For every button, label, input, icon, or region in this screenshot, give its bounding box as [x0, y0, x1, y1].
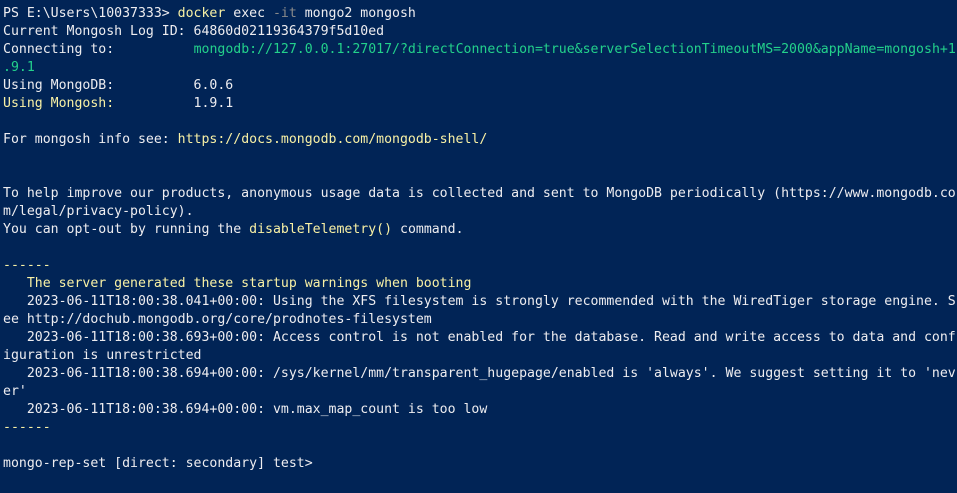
text-segment: 2023-06-11T18:00:38.694+00:00: vm.max_ma…	[3, 402, 488, 417]
text-segment: 1.9.1	[114, 96, 234, 111]
text-segment: PS E:\Users\10037333>	[3, 6, 178, 21]
output-line: er'	[3, 383, 957, 401]
text-segment: 2023-06-11T18:00:38.041+00:00: Using the…	[3, 294, 956, 309]
text-segment: The server generated these startup warni…	[3, 276, 472, 291]
output-line: 2023-06-11T18:00:38.694+00:00: /sys/kern…	[3, 365, 957, 383]
output-line: You can opt-out by running the disableTe…	[3, 221, 957, 239]
text-segment: Current Mongosh Log ID: 64860d0211936437…	[3, 24, 385, 39]
text-segment: .9.1	[3, 60, 35, 75]
text-segment: mongodb://127.0.0.1:27017/?directConnect…	[193, 42, 956, 57]
output-line: To help improve our products, anonymous …	[3, 185, 957, 203]
output-line: For mongosh info see: https://docs.mongo…	[3, 131, 957, 149]
text-segment: Connecting to:	[3, 42, 194, 57]
output-line: iguration is unrestricted	[3, 347, 957, 365]
output-line: PS E:\Users\10037333> docker exec -it mo…	[3, 5, 957, 23]
text-segment: ------	[3, 420, 51, 435]
prompt-line[interactable]: mongo-rep-set [direct: secondary] test>	[3, 455, 957, 473]
text-segment: Using Mongosh:	[3, 96, 115, 111]
output-line: The server generated these startup warni…	[3, 275, 957, 293]
text-segment: m/legal/privacy-policy).	[3, 204, 194, 219]
output-line: 2023-06-11T18:00:38.693+00:00: Access co…	[3, 329, 957, 347]
text-segment: exec	[225, 6, 273, 21]
text-segment: er'	[3, 384, 27, 399]
text-segment: To help improve our products, anonymous …	[3, 186, 956, 201]
output-line: 2023-06-11T18:00:38.041+00:00: Using the…	[3, 293, 957, 311]
text-segment: -it	[272, 6, 297, 21]
output-line: .9.1	[3, 59, 957, 77]
text-segment: You can opt-out by running the	[3, 222, 250, 237]
output-line: ------	[3, 257, 957, 275]
text-segment: disableTelemetry()	[249, 222, 393, 237]
output-line: ee http://dochub.mongodb.org/core/prodno…	[3, 311, 957, 329]
text-segment: command.	[392, 222, 464, 237]
text-segment: mongo-rep-set [direct: secondary] test>	[3, 456, 321, 471]
text-segment: For mongosh info see:	[3, 132, 178, 147]
text-segment: ------	[3, 258, 51, 273]
output-line: ------	[3, 419, 957, 437]
output-line: 2023-06-11T18:00:38.694+00:00: vm.max_ma…	[3, 401, 957, 419]
text-segment: iguration is unrestricted	[3, 348, 202, 363]
terminal-window[interactable]: PS E:\Users\10037333> docker exec -it mo…	[0, 0, 957, 493]
text-segment: 2023-06-11T18:00:38.693+00:00: Access co…	[3, 330, 956, 345]
text-segment: 2023-06-11T18:00:38.694+00:00: /sys/kern…	[3, 366, 956, 381]
output-line: Current Mongosh Log ID: 64860d0211936437…	[3, 23, 957, 41]
text-segment: mongo2 mongosh	[296, 6, 416, 21]
output-line: Connecting to: mongodb://127.0.0.1:27017…	[3, 41, 957, 59]
text-segment: ee http://dochub.mongodb.org/core/prodno…	[3, 312, 432, 327]
output-line: m/legal/privacy-policy).	[3, 203, 957, 221]
output-line: Using MongoDB: 6.0.6	[3, 77, 957, 95]
text-segment: Using MongoDB: 6.0.6	[3, 78, 234, 93]
text-segment: https://docs.mongodb.com/mongodb-shell/	[177, 132, 488, 147]
text-segment: docker	[177, 6, 226, 21]
output-line: Using Mongosh: 1.9.1	[3, 95, 957, 113]
